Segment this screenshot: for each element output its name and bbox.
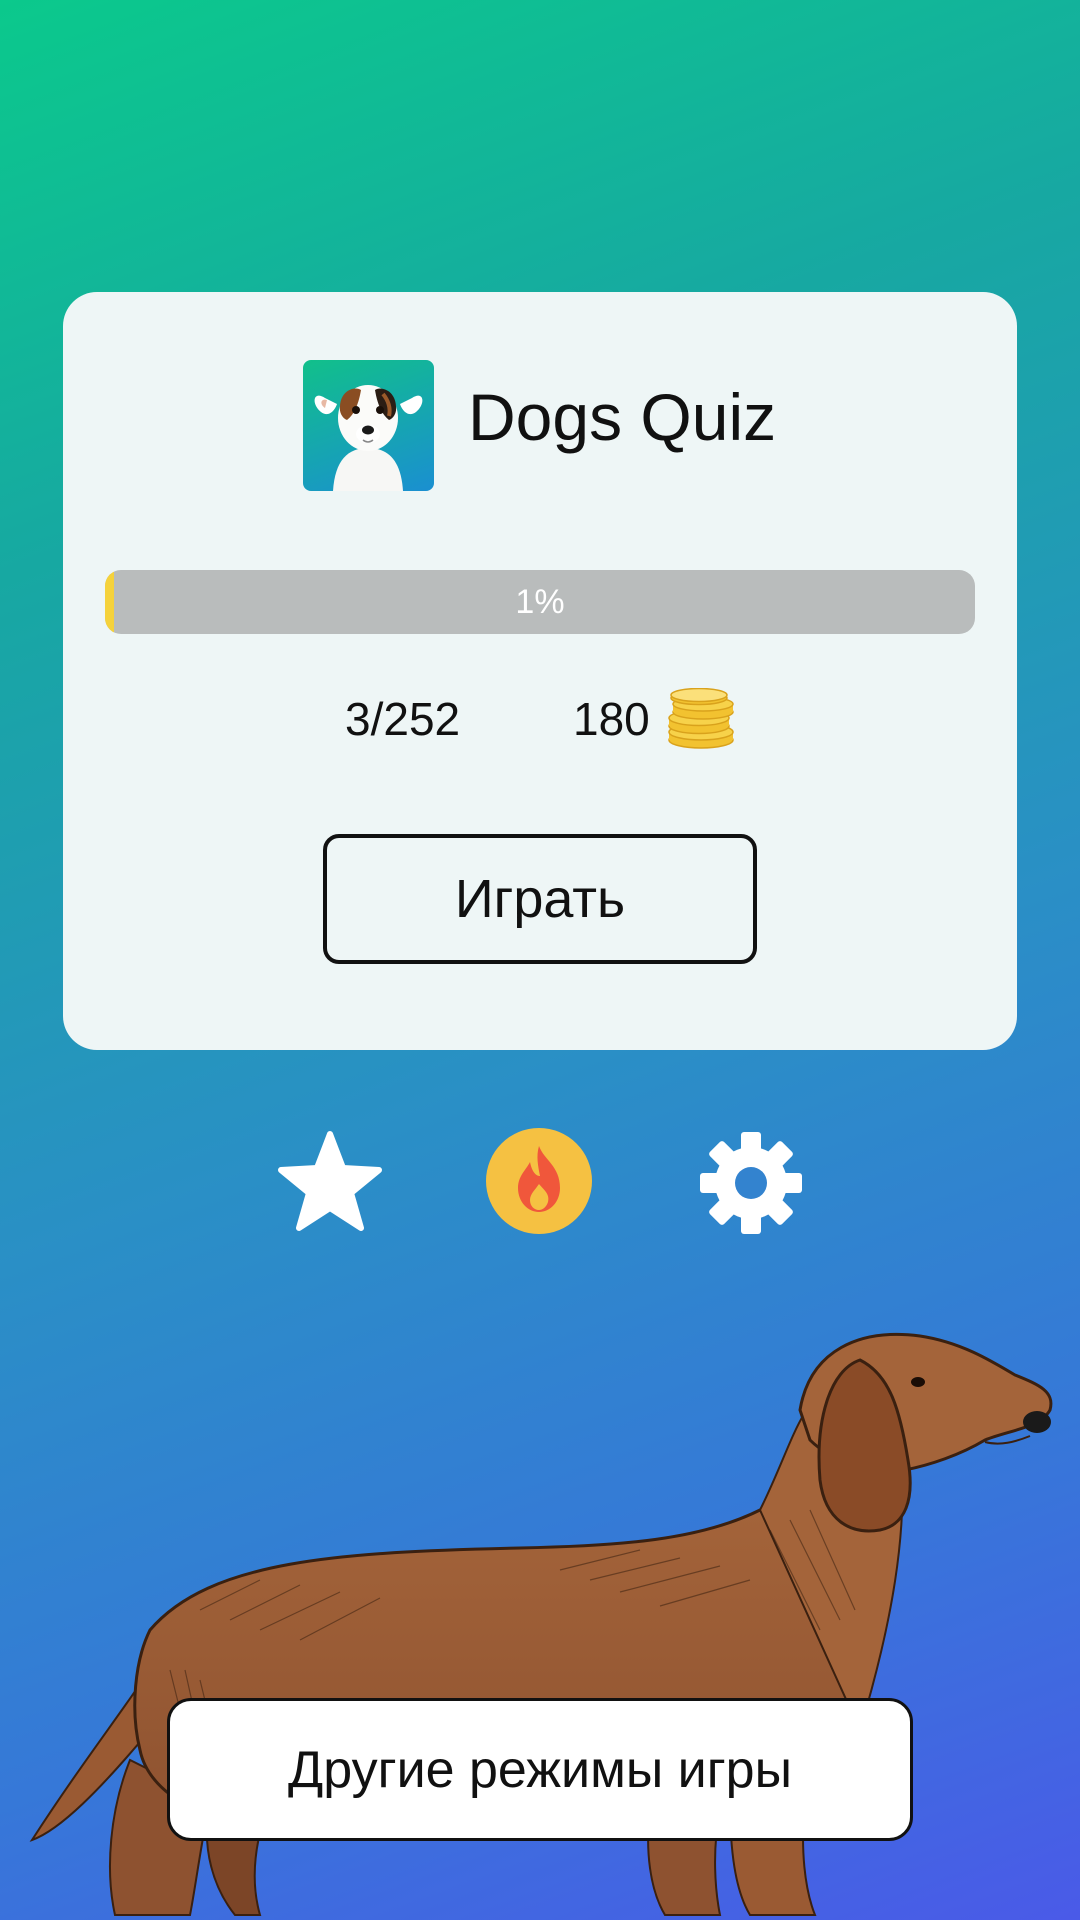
levels-count: 3/252 (345, 693, 461, 745)
progress-bar: 1% (105, 570, 975, 634)
favorites-button[interactable] (275, 1128, 385, 1238)
settings-button[interactable] (696, 1128, 806, 1238)
star-icon (278, 1131, 382, 1231)
coins-count: 180 (573, 693, 650, 745)
gear-icon (700, 1132, 802, 1234)
hot-mode-button[interactable] (486, 1128, 592, 1234)
app-title: Dogs Quiz (468, 380, 777, 454)
play-button[interactable]: Играть (323, 834, 757, 964)
other-game-modes-button[interactable]: Другие режимы игры (167, 1698, 913, 1841)
fire-icon (518, 1146, 560, 1212)
coin-stack-icon (668, 688, 734, 749)
dog-portrait-icon (303, 360, 434, 491)
quiz-card: Dogs Quiz 1% 3/252 180 Играть (63, 292, 1017, 1050)
progress-label: 1% (515, 583, 565, 621)
main-screen: Dogs Quiz 1% 3/252 180 Играть Другие реж… (0, 0, 1080, 1920)
